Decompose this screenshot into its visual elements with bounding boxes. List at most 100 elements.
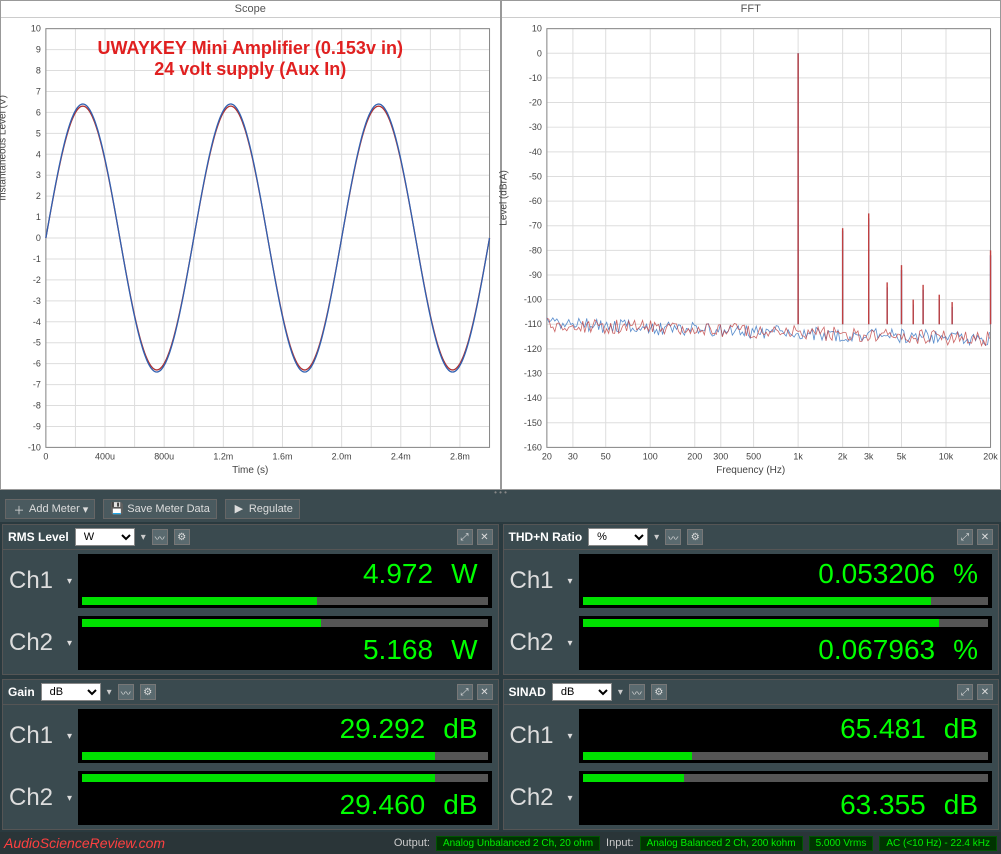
gain-meter: Gain dB ▾ 〰 ⚙ ⤢ ✕ Ch1 ▾ 29.292 dB Ch2 ▾ xyxy=(2,679,499,830)
rms-ch1-row: Ch1 ▾ 4.972 W xyxy=(3,550,498,612)
svg-text:20: 20 xyxy=(541,451,551,461)
gear-icon[interactable]: ⚙ xyxy=(687,529,703,545)
gain-ch1-label: Ch1 xyxy=(9,722,61,750)
gear-icon[interactable]: ⚙ xyxy=(174,529,190,545)
sinad-ch1-readout: 65.481 dB xyxy=(579,709,992,749)
gain-ch1-unit: dB xyxy=(443,713,477,745)
svg-text:500: 500 xyxy=(746,451,761,461)
sinad-ch2-unit: dB xyxy=(944,789,978,821)
gear-icon[interactable]: ⚙ xyxy=(140,684,156,700)
chevron-down-icon[interactable]: ▾ xyxy=(67,638,72,649)
rms-header: RMS Level W ▾ 〰 ⚙ ⤢ ✕ xyxy=(3,525,498,550)
sinad-unit-select[interactable]: dB xyxy=(552,683,612,701)
close-icon[interactable]: ✕ xyxy=(477,529,493,545)
fft-xlabel: Frequency (Hz) xyxy=(716,465,785,476)
svg-text:-110: -110 xyxy=(524,319,541,329)
rms-ch2-label: Ch2 xyxy=(9,629,61,657)
svg-text:300: 300 xyxy=(713,451,728,461)
gain-unit-select[interactable]: dB xyxy=(41,683,101,701)
thdn-ch2-readout: 0.067963 % xyxy=(579,630,992,670)
rms-ch2-bar xyxy=(78,616,491,630)
chevron-down-icon[interactable]: ▾ xyxy=(568,576,573,587)
close-icon[interactable]: ✕ xyxy=(477,684,493,700)
vrms-chip[interactable]: 5.000 Vrms xyxy=(809,836,874,851)
gain-ch2-unit: dB xyxy=(443,789,477,821)
output-chip[interactable]: Analog Unbalanced 2 Ch, 20 ohm xyxy=(436,836,600,851)
meter-toolbar: ＋ Add Meter ▾ 💾 Save Meter Data ▶ Regula… xyxy=(0,496,1001,522)
svg-text:4: 4 xyxy=(36,149,41,159)
annotation-line2: 24 volt supply (Aux In) xyxy=(1,59,500,80)
sinad-header: SINAD dB ▾ 〰 ⚙ ⤢ ✕ xyxy=(504,680,999,705)
expand-icon[interactable]: ⤢ xyxy=(457,529,473,545)
svg-text:-2: -2 xyxy=(33,275,41,285)
expand-icon[interactable]: ⤢ xyxy=(957,529,973,545)
svg-text:-40: -40 xyxy=(528,147,541,157)
svg-text:-10: -10 xyxy=(28,442,41,452)
rms-ch2-value: 5.168 xyxy=(363,634,433,666)
svg-text:10k: 10k xyxy=(938,451,953,461)
gear-icon[interactable]: ⚙ xyxy=(651,684,667,700)
chevron-down-icon[interactable]: ▾ xyxy=(568,731,573,742)
brand-label: AudioScienceReview.com xyxy=(4,835,165,851)
chart-icon[interactable]: 〰 xyxy=(629,684,645,700)
chevron-down-icon[interactable]: ▾ xyxy=(67,793,72,804)
sinad-ch1-bar xyxy=(579,749,992,763)
thdn-ch1-bar xyxy=(579,594,992,608)
scope-body: UWAYKEY Mini Amplifier (0.153v in) 24 vo… xyxy=(1,18,500,478)
add-meter-label: Add Meter xyxy=(29,503,80,515)
gain-ch1-value: 29.292 xyxy=(340,713,426,745)
svg-text:-20: -20 xyxy=(528,98,541,108)
gain-ch2-readout: 29.460 dB xyxy=(78,785,491,825)
chart-icon[interactable]: 〰 xyxy=(118,684,134,700)
gain-ch1-readout: 29.292 dB xyxy=(78,709,491,749)
svg-text:2: 2 xyxy=(36,191,41,201)
thdn-title: THD+N Ratio xyxy=(509,530,583,544)
fft-panel: FFT 2030501002003005001k2k3k5k10k20k 100… xyxy=(501,0,1001,490)
save-meter-button[interactable]: 💾 Save Meter Data xyxy=(103,499,217,519)
svg-text:-9: -9 xyxy=(33,421,41,431)
chevron-down-icon[interactable]: ▾ xyxy=(67,576,72,587)
sinad-ch1-row: Ch1 ▾ 65.481 dB xyxy=(504,705,999,767)
close-icon[interactable]: ✕ xyxy=(977,684,993,700)
thdn-unit-select[interactable]: % xyxy=(588,528,648,546)
expand-icon[interactable]: ⤢ xyxy=(457,684,473,700)
chevron-down-icon[interactable]: ▾ xyxy=(67,731,72,742)
svg-text:-8: -8 xyxy=(33,401,41,411)
svg-text:100: 100 xyxy=(642,451,657,461)
svg-text:1.2m: 1.2m xyxy=(213,451,233,461)
svg-text:-70: -70 xyxy=(528,221,541,231)
sinad-meter: SINAD dB ▾ 〰 ⚙ ⤢ ✕ Ch1 ▾ 65.481 dB Ch2 xyxy=(503,679,1000,830)
gain-ch1-row: Ch1 ▾ 29.292 dB xyxy=(3,705,498,767)
svg-text:2k: 2k xyxy=(837,451,847,461)
rms-ch1-unit: W xyxy=(451,558,477,590)
expand-icon[interactable]: ⤢ xyxy=(957,684,973,700)
scope-chart: 0400u800u1.2m1.6m2.0m2.4m2.8m -10-9-8-7-… xyxy=(1,18,500,478)
fft-chart: 2030501002003005001k2k3k5k10k20k 100-10-… xyxy=(502,18,1001,478)
rms-ch2-row: Ch2 ▾ 5.168 W xyxy=(3,612,498,674)
scope-title: Scope xyxy=(1,1,500,18)
add-meter-button[interactable]: ＋ Add Meter ▾ xyxy=(5,499,95,519)
chevron-down-icon[interactable]: ▾ xyxy=(568,793,573,804)
close-icon[interactable]: ✕ xyxy=(977,529,993,545)
ac-chip[interactable]: AC (<10 Hz) - 22.4 kHz xyxy=(879,836,997,851)
svg-text:10: 10 xyxy=(31,24,41,34)
svg-text:2.4m: 2.4m xyxy=(391,451,411,461)
chevron-down-icon[interactable]: ▾ xyxy=(568,638,573,649)
rms-unit-select[interactable]: W xyxy=(75,528,135,546)
plus-icon: ＋ xyxy=(12,502,26,516)
chart-icon[interactable]: 〰 xyxy=(152,529,168,545)
chart-icon[interactable]: 〰 xyxy=(665,529,681,545)
sinad-ch2-value: 63.355 xyxy=(840,789,926,821)
svg-text:5: 5 xyxy=(36,128,41,138)
scope-panel: Scope UWAYKEY Mini Amplifier (0.153v in)… xyxy=(0,0,501,490)
scope-xlabel: Time (s) xyxy=(232,465,268,476)
regulate-button[interactable]: ▶ Regulate xyxy=(225,499,300,519)
rms-ch1-label: Ch1 xyxy=(9,567,61,595)
rms-ch1-value: 4.972 xyxy=(363,558,433,590)
svg-text:-10: -10 xyxy=(528,73,541,83)
thdn-header: THD+N Ratio % ▾ 〰 ⚙ ⤢ ✕ xyxy=(504,525,999,550)
save-icon: 💾 xyxy=(110,502,124,516)
input-chip[interactable]: Analog Balanced 2 Ch, 200 kohm xyxy=(640,836,803,851)
meters-row-1: RMS Level W ▾ 〰 ⚙ ⤢ ✕ Ch1 ▾ 4.972 W Ch2 xyxy=(0,522,1001,677)
svg-text:30: 30 xyxy=(567,451,577,461)
